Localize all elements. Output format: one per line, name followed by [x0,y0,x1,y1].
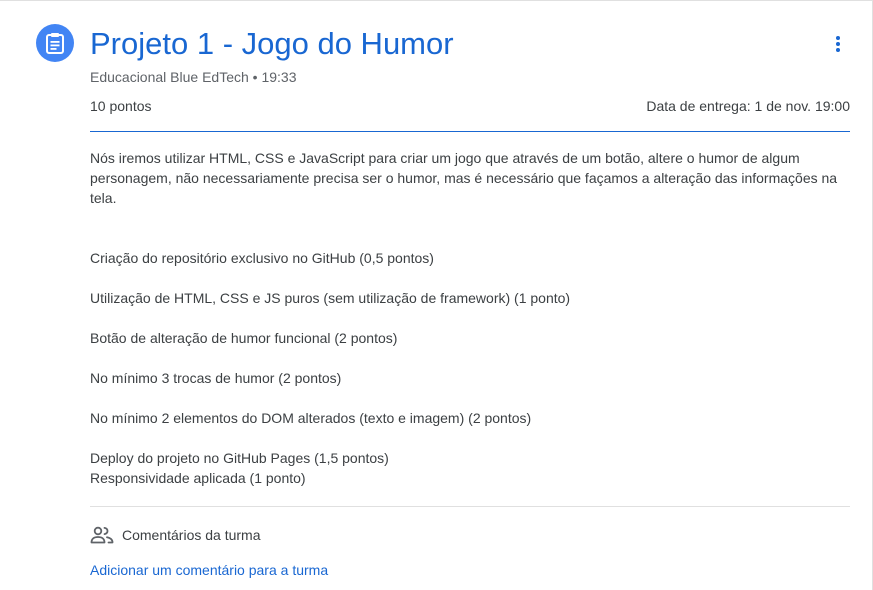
clipboard-icon [46,33,64,54]
points-label: 10 pontos [90,98,152,114]
comments-divider [90,506,850,507]
class-comments-header: Comentários da turma [90,524,261,546]
author-name: Educacional Blue EdTech [90,69,249,85]
meta-separator: • [248,69,262,85]
assignment-page: Projeto 1 - Jogo do Humor Educacional Bl… [0,0,873,590]
criteria-item: Responsividade aplicada (1 ponto) [90,470,306,486]
criteria-item: Criação do repositório exclusivo no GitH… [90,250,434,266]
criteria-item: No mínimo 3 trocas de humor (2 pontos) [90,370,342,386]
criteria-item: No mínimo 2 elementos do DOM alterados (… [90,410,532,426]
class-comments-label: Comentários da turma [122,527,261,543]
criteria-item: Botão de alteração de humor funcional (2… [90,330,398,346]
header-divider [90,131,850,132]
assignment-title: Projeto 1 - Jogo do Humor [90,26,454,61]
people-icon [90,526,114,544]
top-divider [0,0,873,1]
more-options-button[interactable] [822,28,854,60]
criteria-item: Deploy do projeto no GitHub Pages (1,5 p… [90,450,389,466]
add-class-comment-link[interactable]: Adicionar um comentário para a turma [90,561,328,579]
criteria-list: Criação do repositório exclusivo no GitH… [90,248,850,488]
more-vert-icon [836,36,840,52]
criteria-item: Utilização de HTML, CSS e JS puros (sem … [90,290,571,306]
due-date: Data de entrega: 1 de nov. 19:00 [646,98,850,114]
assignment-icon [36,24,74,62]
posted-time: 19:33 [261,69,297,85]
assignment-description: Nós iremos utilizar HTML, CSS e JavaScri… [90,150,838,206]
assignment-meta: Educacional Blue EdTech • 19:33 [90,68,297,86]
